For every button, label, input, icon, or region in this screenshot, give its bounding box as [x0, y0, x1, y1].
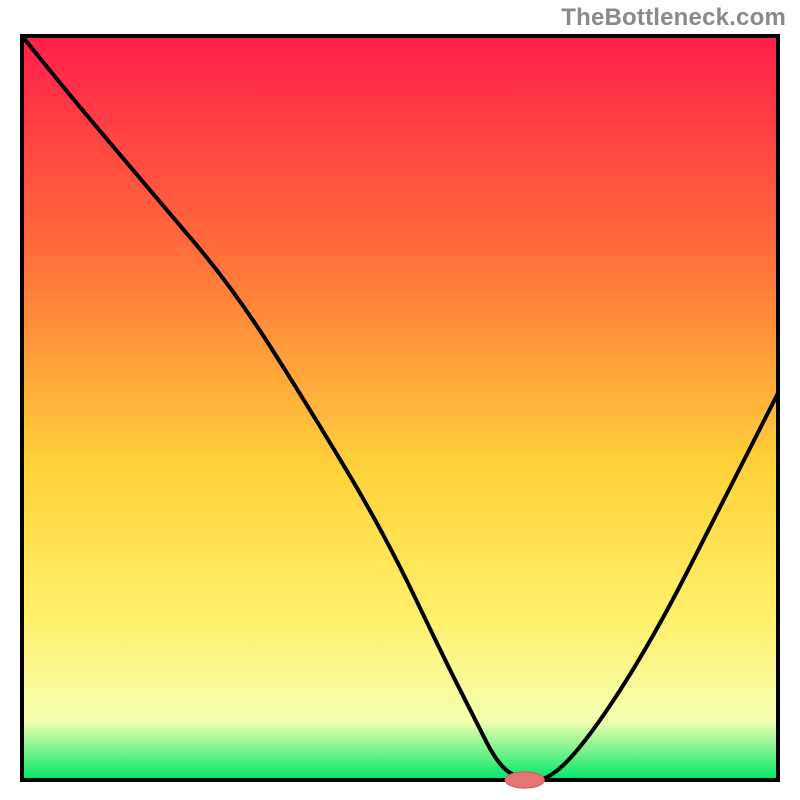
- plot-background: [22, 36, 778, 780]
- chart-stage: TheBottleneck.com: [0, 0, 800, 800]
- optimal-marker: [505, 772, 544, 788]
- bottleneck-chart: [0, 0, 800, 800]
- watermark-text: TheBottleneck.com: [561, 4, 786, 32]
